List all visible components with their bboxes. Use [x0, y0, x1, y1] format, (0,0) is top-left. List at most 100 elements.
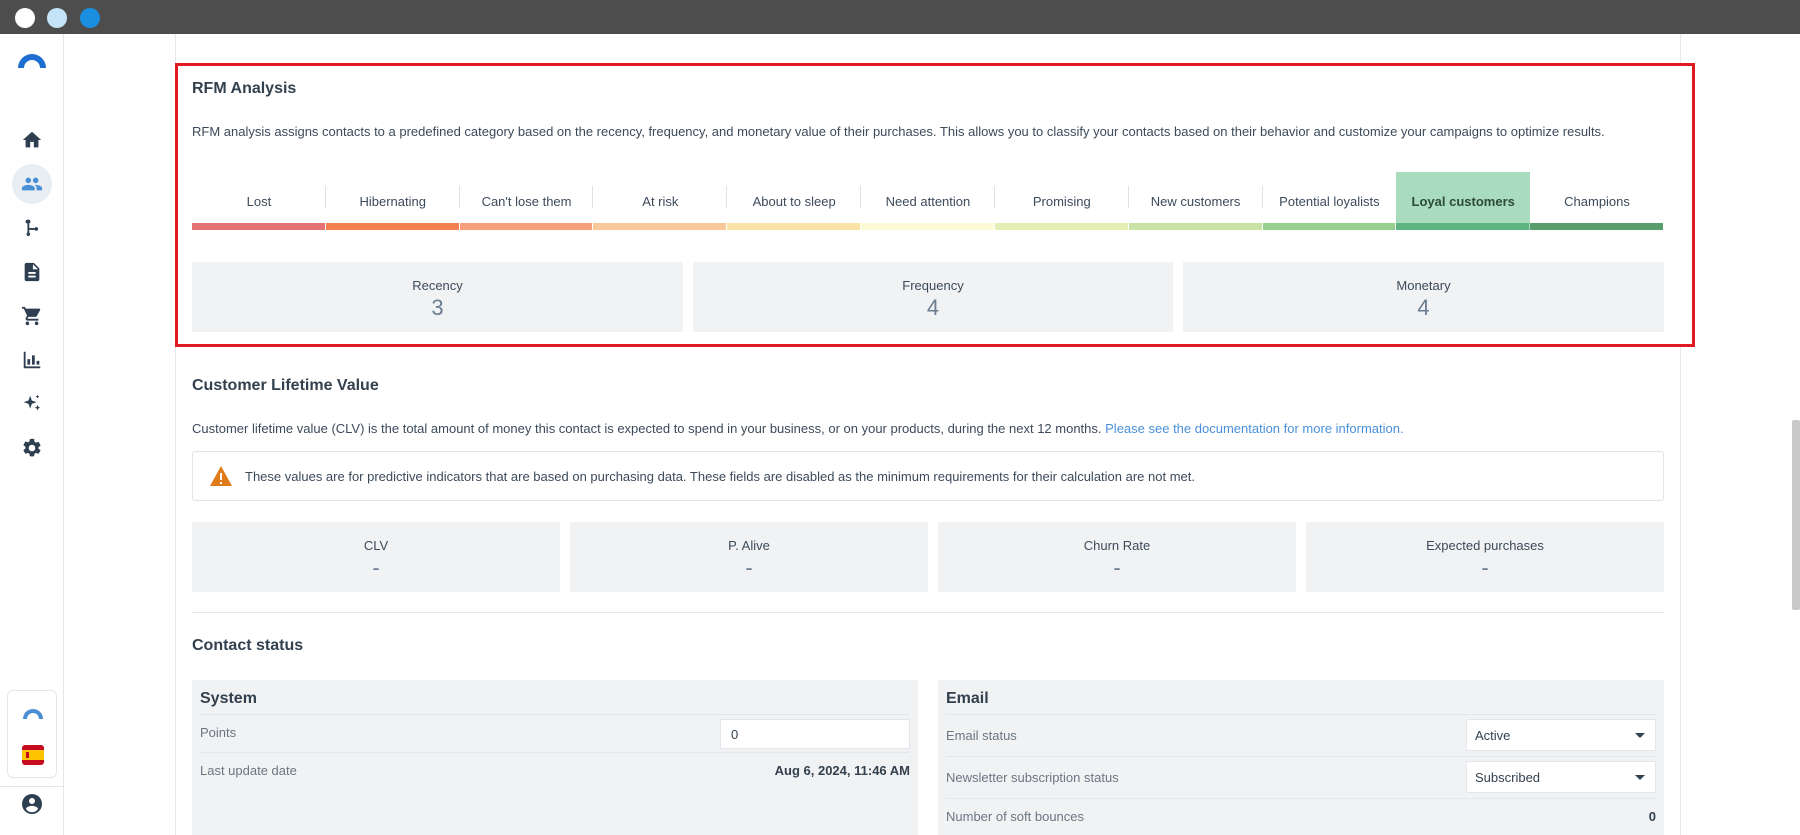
user-account-icon[interactable]	[20, 792, 44, 816]
expected-purchases-label: Expected purchases	[1426, 538, 1544, 553]
recency-value: 3	[431, 295, 444, 320]
rfm-segment-color-bar	[459, 223, 593, 230]
warning-icon	[210, 466, 232, 486]
clv-description: Customer lifetime value (CLV) is the tot…	[192, 421, 1102, 436]
brand-mini-logo	[23, 709, 43, 719]
window-titlebar	[0, 0, 1800, 34]
sidebar-item-contacts[interactable]	[12, 164, 52, 204]
section-divider	[192, 612, 1664, 613]
rfm-segment-color-bar	[593, 223, 727, 230]
clv-description-line: Customer lifetime value (CLV) is the tot…	[192, 421, 1404, 436]
newsletter-status-select[interactable]: Subscribed	[1466, 761, 1656, 793]
rfm-segment[interactable]: Promising	[994, 172, 1129, 230]
rfm-segment-color-bar	[1396, 223, 1530, 230]
system-panel: System Points 0 Last update date Aug 6, …	[192, 680, 918, 835]
rfm-segment-label: Champions	[1564, 193, 1630, 209]
contacts-icon	[21, 177, 43, 191]
chevron-down-icon	[1635, 775, 1645, 780]
soft-bounces-value: 0	[1648, 809, 1656, 824]
newsletter-label: Newsletter subscription status	[946, 770, 1119, 785]
rfm-segment[interactable]: Hibernating	[325, 172, 460, 230]
rfm-segment-color-bar	[994, 223, 1128, 230]
rfm-segment-label: Can't lose them	[481, 193, 572, 209]
rfm-segment-color-bar	[861, 223, 994, 230]
soft-bounces-label: Number of soft bounces	[946, 809, 1085, 824]
clv-label: CLV	[363, 538, 389, 553]
clv-card: CLV -	[192, 522, 560, 592]
soft-bounces-row: Number of soft bounces 0	[946, 798, 1656, 834]
system-panel-title: System	[200, 690, 257, 707]
ai-sparkle-icon	[23, 394, 41, 411]
rfm-segment[interactable]: Lost	[192, 172, 326, 230]
contact-status-title: Contact status	[192, 637, 304, 654]
chevron-down-icon	[1635, 733, 1645, 738]
settings-icon	[23, 438, 41, 457]
sidebar-item-ai[interactable]	[12, 384, 52, 424]
rfm-segment-label: At risk	[642, 193, 679, 209]
sidebar-item-settings[interactable]	[12, 428, 52, 468]
reports-icon	[23, 351, 41, 369]
sidebar	[0, 34, 64, 835]
sidebar-item-reports[interactable]	[12, 340, 52, 380]
rfm-segment[interactable]: At risk	[593, 172, 728, 230]
rfm-segment-label: Lost	[246, 193, 272, 209]
window-maximize-button[interactable]	[80, 8, 100, 28]
churn-rate-value: -	[1113, 555, 1121, 580]
points-label: Points	[200, 725, 237, 740]
automation-icon	[25, 219, 39, 237]
rfm-segment-label: Potential loyalists	[1279, 193, 1380, 209]
clv-warning-text: These values are for predictive indicato…	[245, 469, 1195, 484]
points-input[interactable]: 0	[720, 719, 910, 749]
monetary-card: Monetary 4	[1183, 262, 1664, 332]
rfm-segment[interactable]: Loyal customers	[1396, 172, 1531, 230]
recency-label: Recency	[412, 278, 463, 293]
rfm-description: RFM analysis assigns contacts to a prede…	[192, 124, 1605, 139]
rfm-segment[interactable]: Can't lose them	[459, 172, 594, 230]
spain-flag-icon[interactable]	[22, 745, 44, 765]
scrollbar-thumb[interactable]	[1792, 420, 1800, 610]
rfm-segment-label: About to sleep	[752, 193, 836, 209]
churn-rate-label: Churn Rate	[1083, 538, 1151, 553]
email-panel-title: Email	[946, 690, 989, 707]
expected-purchases-card: Expected purchases -	[1306, 522, 1664, 592]
rfm-segment-label: Hibernating	[359, 193, 426, 209]
p-alive-label: P. Alive	[728, 538, 770, 553]
rfm-title: RFM Analysis	[192, 80, 297, 97]
monetary-label: Monetary	[1396, 278, 1451, 293]
rfm-segment-color-bar	[1262, 223, 1396, 230]
frequency-card: Frequency 4	[693, 262, 1173, 332]
rfm-segment[interactable]: Champions	[1530, 172, 1664, 230]
rfm-segment[interactable]: About to sleep	[727, 172, 862, 230]
rfm-segment-label: New customers	[1150, 193, 1241, 209]
last-update-label: Last update date	[200, 763, 297, 778]
rfm-segment-color-bar	[1128, 223, 1262, 230]
window-close-button[interactable]	[15, 8, 35, 28]
rfm-segment[interactable]: Potential loyalists	[1262, 172, 1397, 230]
sidebar-item-ecommerce[interactable]	[12, 296, 52, 336]
rfm-segment-color-bar	[325, 223, 459, 230]
clv-value: -	[372, 555, 380, 580]
brand-logo[interactable]	[16, 50, 48, 70]
clv-doc-link[interactable]: Please see the documentation for more in…	[1105, 421, 1403, 436]
sidebar-divider	[0, 786, 64, 787]
newsletter-status-value: Subscribed	[1475, 770, 1541, 785]
clv-warning-box: These values are for predictive indicato…	[192, 451, 1664, 501]
points-row: Points 0	[200, 714, 910, 752]
rfm-segment-color-bar	[1530, 223, 1663, 230]
email-panel: Email Email status Active Newsletter sub…	[938, 680, 1664, 835]
email-status-select[interactable]: Active	[1466, 719, 1656, 751]
last-update-row: Last update date Aug 6, 2024, 11:46 AM	[200, 752, 910, 788]
monetary-value: 4	[1417, 295, 1430, 320]
churn-rate-card: Churn Rate -	[938, 522, 1296, 592]
sidebar-item-content[interactable]	[12, 252, 52, 292]
sidebar-item-home[interactable]	[12, 120, 52, 160]
last-update-value: Aug 6, 2024, 11:46 AM	[774, 763, 910, 778]
rfm-segment[interactable]: Need attention	[861, 172, 995, 230]
rfm-segment-color-bar	[727, 223, 861, 230]
window-minimize-button[interactable]	[47, 8, 67, 28]
frequency-value: 4	[926, 295, 940, 320]
account-switcher[interactable]	[7, 690, 57, 778]
rfm-segment[interactable]: New customers	[1128, 172, 1263, 230]
sidebar-item-automation[interactable]	[12, 208, 52, 248]
newsletter-row: Newsletter subscription status Subscribe…	[946, 756, 1656, 798]
